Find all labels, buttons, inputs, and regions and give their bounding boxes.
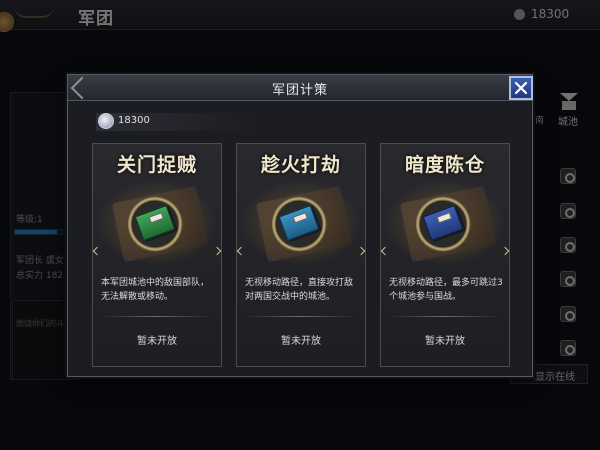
teal-book-icon [278,204,320,242]
close-x-icon [514,81,528,95]
resource-value: 18300 [118,115,150,126]
strategy-emblem [415,196,471,252]
card-divider [389,316,501,317]
card-title: 趁火打劫 [260,154,341,176]
dialog-header: 军团计策 [68,75,532,101]
card-status: 暂未开放 [425,336,465,347]
strategy-card-chenhuo-dajie[interactable]: 趁火打劫 无视移动路径，直接攻打敌对两国交战中的城池。 暂未开放 [236,143,366,367]
card-title: 关门捉贼 [116,154,197,176]
strategy-card-andu-chencang[interactable]: 暗度陈仓 无视移动路径，最多可跳过3个城池参与国战。 暂未开放 [380,143,510,367]
strategy-emblem [127,196,183,252]
card-description: 本军团城池中的敌国部队，无法解散或移动。 [101,278,210,302]
card-description: 无视移动路径，最多可跳过3个城池参与国战。 [389,278,503,302]
green-book-icon [134,204,176,242]
strategy-card-guanmen-zhuozei[interactable]: 关门捉贼 本军团城池中的敌国部队，无法解散或移动。 暂未开放 [92,143,222,367]
legion-strategy-dialog: 军团计策 18300 关门捉贼 本军团城池中的敌国部队，无法解散或移动。 暂未开… [67,74,533,377]
close-button[interactable] [509,76,533,100]
silver-feather-icon [98,113,114,129]
blue-book-icon [422,204,464,242]
card-divider [101,316,213,317]
card-status: 暂未开放 [137,336,177,347]
resource-display: 18300 [96,113,256,131]
card-title: 暗度陈仓 [404,154,485,176]
card-description: 无视移动路径，直接攻打敌对两国交战中的城池。 [245,278,354,302]
dialog-title: 军团计策 [271,83,328,98]
card-divider [245,316,357,317]
card-status: 暂未开放 [281,336,321,347]
strategy-emblem [271,196,327,252]
